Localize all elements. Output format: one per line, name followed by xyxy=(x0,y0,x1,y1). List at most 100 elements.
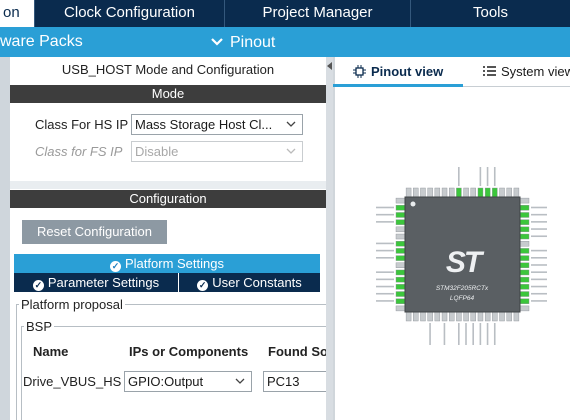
chip-pin[interactable] xyxy=(395,262,406,268)
check-circle-icon: ✓ xyxy=(110,261,121,272)
chip-pin[interactable] xyxy=(395,298,406,304)
list-icon xyxy=(483,65,496,78)
pinout-menu-label: Pinout xyxy=(230,34,276,51)
chip-pin[interactable] xyxy=(519,212,530,218)
chip-pin[interactable] xyxy=(405,187,412,198)
chip-pin[interactable] xyxy=(449,311,455,322)
chip-pin[interactable] xyxy=(395,269,406,276)
chip-pin[interactable] xyxy=(519,219,530,225)
chip-pin[interactable] xyxy=(395,255,406,261)
chip-pin[interactable] xyxy=(395,197,406,204)
row-ip-select[interactable]: GPIO:Output xyxy=(124,371,252,392)
row-found-field[interactable]: PC13 xyxy=(263,371,326,392)
chip-pin[interactable] xyxy=(519,269,530,276)
chip-pin[interactable] xyxy=(519,233,530,240)
chip-pin[interactable] xyxy=(395,276,406,283)
chip-pin[interactable] xyxy=(420,187,426,198)
class-hs-select[interactable]: Mass Storage Host Cl... xyxy=(131,114,303,135)
chip-pin[interactable] xyxy=(395,205,406,211)
pin-label-mark xyxy=(531,257,547,259)
tab-project-manager[interactable]: Project Manager xyxy=(224,0,410,27)
tab-pinout-configuration[interactable]: on xyxy=(0,0,34,27)
chip-pin[interactable] xyxy=(513,311,520,322)
chip-pin[interactable] xyxy=(405,311,412,322)
pin-label-mark xyxy=(458,323,460,345)
tab-user-constants[interactable]: ✓ User Constants xyxy=(179,273,320,292)
chip-pin[interactable] xyxy=(492,187,498,198)
chip-pin[interactable] xyxy=(519,255,530,261)
chip-pin[interactable] xyxy=(456,187,462,198)
chip-pin[interactable] xyxy=(477,187,484,198)
pin-label-mark xyxy=(376,285,394,288)
chip-pin[interactable] xyxy=(506,187,512,198)
pinout-menu[interactable]: Pinout xyxy=(210,27,275,57)
tab-pinout-view[interactable]: Pinout view xyxy=(353,63,443,83)
chip-pin[interactable] xyxy=(499,311,505,322)
chip-pin[interactable] xyxy=(519,284,530,290)
chip-pin[interactable] xyxy=(395,233,406,240)
tab-tools[interactable]: Tools xyxy=(410,0,570,27)
chip-pin[interactable] xyxy=(477,311,484,322)
tab-clock-configuration[interactable]: Clock Configuration xyxy=(34,0,224,27)
tab-parameter-settings[interactable]: ✓ Parameter Settings xyxy=(14,273,178,292)
chip-pin[interactable] xyxy=(519,276,530,283)
pin-label-mark xyxy=(531,285,547,288)
chip-pin[interactable] xyxy=(463,311,469,322)
chip-pin[interactable] xyxy=(519,205,530,211)
chip-pin[interactable] xyxy=(395,212,406,218)
chip-pin[interactable] xyxy=(420,311,426,322)
pin-label-mark xyxy=(479,323,482,345)
chip-pin[interactable] xyxy=(519,241,530,247)
chip-pin[interactable] xyxy=(434,187,441,198)
chip-pin[interactable] xyxy=(427,311,433,322)
chip-pin[interactable] xyxy=(519,298,530,304)
chip-pin[interactable] xyxy=(519,262,530,268)
chip-pin[interactable] xyxy=(395,284,406,290)
platform-proposal-legend: Platform proposal xyxy=(19,297,125,312)
chip-pin[interactable] xyxy=(441,187,448,198)
chip-pin[interactable] xyxy=(506,311,512,322)
chip-pin[interactable] xyxy=(395,305,406,312)
class-hs-label: Class For HS IP xyxy=(35,117,129,132)
chip-pin[interactable] xyxy=(434,311,441,322)
chip-pin[interactable] xyxy=(456,311,462,322)
chip-pin[interactable] xyxy=(484,187,491,198)
tab-platform-settings[interactable]: ✓ Platform Settings xyxy=(14,254,320,273)
chip-pin[interactable] xyxy=(519,291,530,297)
pinout-view-panel: Pinout view System view ST STM32F205RCTx… xyxy=(333,57,570,420)
chip-pin[interactable] xyxy=(413,311,419,322)
chip-pin[interactable] xyxy=(395,291,406,297)
chip-pin[interactable] xyxy=(463,187,469,198)
chip-pin[interactable] xyxy=(484,311,491,322)
panel-scrollbar[interactable] xyxy=(326,57,333,420)
chip-pin[interactable] xyxy=(395,248,406,254)
chip-pin[interactable] xyxy=(441,311,448,322)
pin-label-mark xyxy=(531,264,547,266)
chip-pin[interactable] xyxy=(395,219,406,225)
chip-pin[interactable] xyxy=(513,187,520,198)
pin-label-mark xyxy=(531,235,547,238)
collapse-arrow-icon[interactable] xyxy=(326,59,333,79)
class-fs-select[interactable]: Disable xyxy=(131,141,303,162)
chip-pin[interactable] xyxy=(492,311,498,322)
pin-label-mark xyxy=(493,167,496,186)
reset-configuration-button[interactable]: Reset Configuration xyxy=(22,220,167,244)
tab-system-view[interactable]: System view xyxy=(483,63,570,83)
chip-pin[interactable] xyxy=(427,187,433,198)
chip-pin[interactable] xyxy=(395,241,406,247)
chip-pin[interactable] xyxy=(519,305,530,312)
chip-pin[interactable] xyxy=(519,248,530,254)
chip-pin[interactable] xyxy=(499,187,505,198)
chip-pin[interactable] xyxy=(470,187,476,198)
chip-pin[interactable] xyxy=(519,197,530,204)
chip-pin[interactable] xyxy=(470,311,476,322)
chip-pin[interactable] xyxy=(413,187,419,198)
class-fs-label: Class for FS IP xyxy=(35,144,123,159)
pin-label-mark xyxy=(465,323,467,345)
chip-pin[interactable] xyxy=(395,226,406,233)
mcu-chip-diagram[interactable]: ST STM32F205RCTx LQFP64 xyxy=(333,167,570,407)
pin-label-mark xyxy=(376,300,394,302)
chip-pin[interactable] xyxy=(449,187,455,198)
chip-pin[interactable] xyxy=(519,226,530,233)
software-packs-menu[interactable]: ware Packs xyxy=(0,27,118,57)
